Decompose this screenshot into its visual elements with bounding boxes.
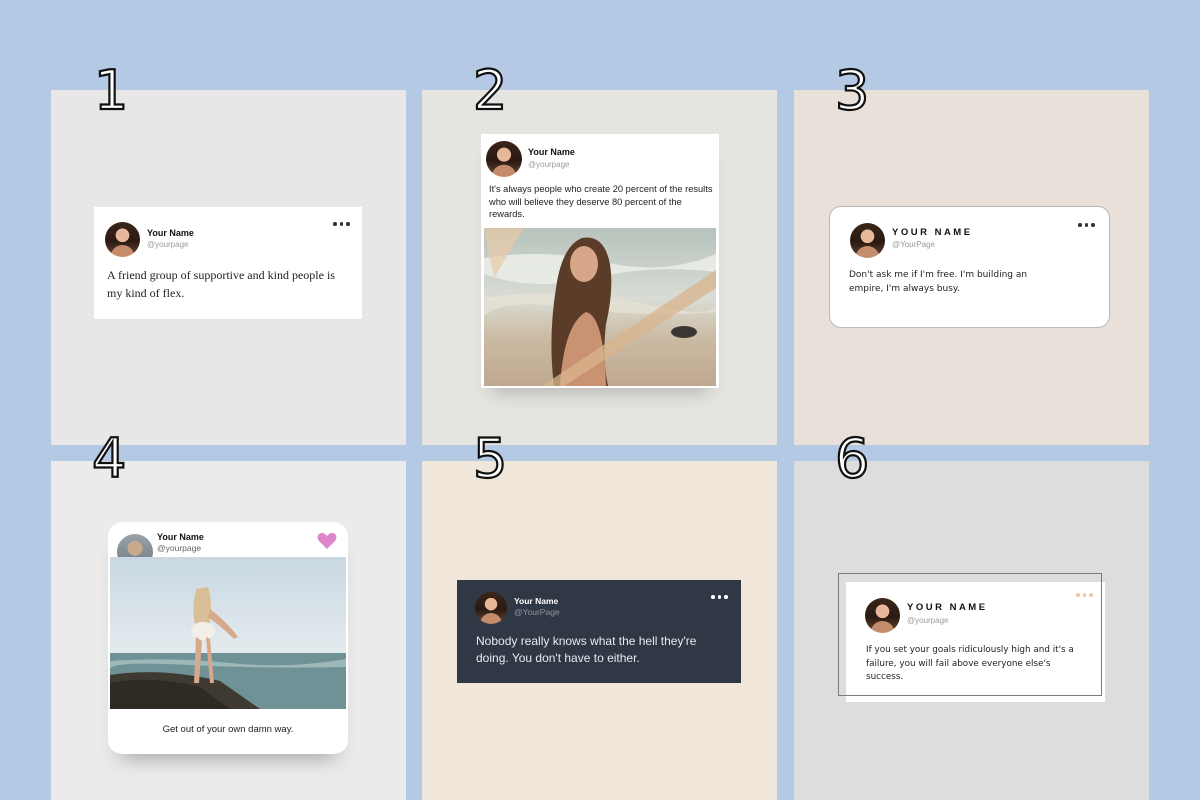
author-name: YOUR NAME	[892, 227, 973, 238]
panel-number-3: 3	[834, 59, 871, 122]
beach-photo	[484, 228, 716, 386]
more-dots-icon[interactable]	[333, 222, 350, 226]
tweet-text: Don't ask me if I'm free. I'm building a…	[849, 270, 1028, 294]
more-dots-icon[interactable]	[1078, 223, 1095, 227]
avatar	[850, 223, 885, 258]
panel-number-5: 5	[472, 427, 509, 490]
tweet-text: It's always people who create 20 percent…	[489, 184, 713, 219]
author-handle: @yourpage	[147, 240, 189, 249]
author-name: Your Name	[528, 147, 575, 157]
panel-number-4: 4	[91, 427, 128, 490]
author-handle: @yourpage	[157, 543, 202, 553]
tweet-card-5[interactable]: Your Name @YourPage Nobody really knows …	[457, 580, 741, 683]
author-handle: @YourPage	[892, 240, 935, 249]
heart-icon[interactable]	[317, 532, 337, 550]
avatar	[475, 592, 507, 624]
ocean-photo	[110, 557, 346, 709]
author-name: Your Name	[147, 228, 194, 238]
tweet-text: Get out of your own damn way.	[162, 724, 294, 735]
author-name: Your Name	[514, 596, 559, 606]
author-handle: @YourPage	[514, 607, 560, 617]
tweet-text: Nobody really knows what the hell they'r…	[476, 634, 697, 665]
tweet-card-2[interactable]: Your Name @yourpage It's always people w…	[481, 134, 719, 388]
panel-number-2: 2	[472, 59, 509, 122]
tweet-card-3[interactable]: YOUR NAME @YourPage Don't ask me if I'm …	[829, 206, 1110, 328]
tweet-card-1[interactable]: Your Name @yourpage A friend group of su…	[94, 207, 362, 319]
avatar	[105, 222, 140, 257]
panel-number-1: 1	[93, 59, 130, 122]
author-handle: @yourpage	[528, 160, 570, 169]
tweet-card-4[interactable]: Your Name @yourpage Get out of your own …	[108, 522, 348, 754]
outline-frame	[838, 573, 1102, 696]
panel-number-6: 6	[834, 427, 871, 490]
tweet-text: A friend group of supportive and kind pe…	[107, 268, 335, 300]
avatar	[486, 141, 522, 177]
author-name: Your Name	[157, 532, 204, 542]
more-dots-icon[interactable]	[711, 595, 728, 599]
